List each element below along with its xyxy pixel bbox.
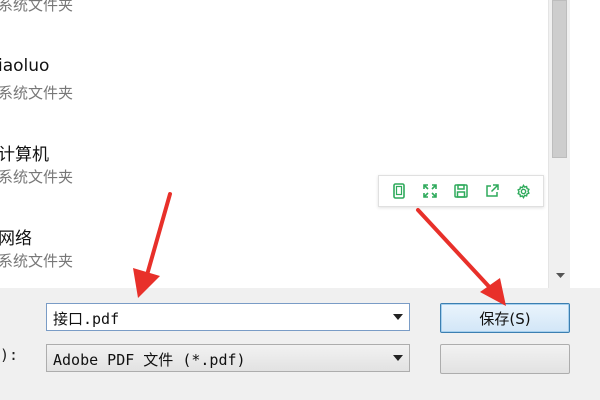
file-item-name: iaoluo [0,56,50,76]
file-item-name: 计算机 [0,145,49,165]
right-margin [570,0,600,288]
save-button[interactable]: 保存(S) [440,303,570,333]
dropdown-arrow-icon[interactable] [393,355,403,361]
floating-toolbar [378,175,544,207]
filetype-label: ): [0,346,19,364]
settings-icon[interactable] [512,180,534,202]
file-item-type: 系统文件夹 [0,0,74,14]
chevron-down-icon [555,273,565,278]
dropdown-arrow-icon[interactable] [393,314,403,320]
filename-value: 接口.pdf [53,310,120,328]
file-item-type: 系统文件夹 [0,252,74,270]
file-item-type: 系统文件夹 [0,168,74,186]
file-item-type: 系统文件夹 [0,84,74,102]
filename-combobox[interactable]: 接口.pdf [46,303,410,331]
scroll-down-button[interactable] [549,266,571,286]
scroll-thumb[interactable] [552,0,567,158]
vertical-scrollbar[interactable] [548,0,571,288]
share-icon[interactable] [481,180,503,202]
filetype-select[interactable]: Adobe PDF 文件 (*.pdf) [46,344,410,372]
cancel-button[interactable] [440,344,570,374]
fullscreen-icon[interactable] [419,180,441,202]
file-list: 系统文件夹 iaoluo 系统文件夹 计算机 系统文件夹 网络 系统文件夹 [0,0,548,288]
save-icon[interactable] [450,180,472,202]
mobile-icon[interactable] [388,180,410,202]
filetype-value: Adobe PDF 文件 (*.pdf) [53,351,246,369]
file-item-name: 网络 [0,229,32,249]
